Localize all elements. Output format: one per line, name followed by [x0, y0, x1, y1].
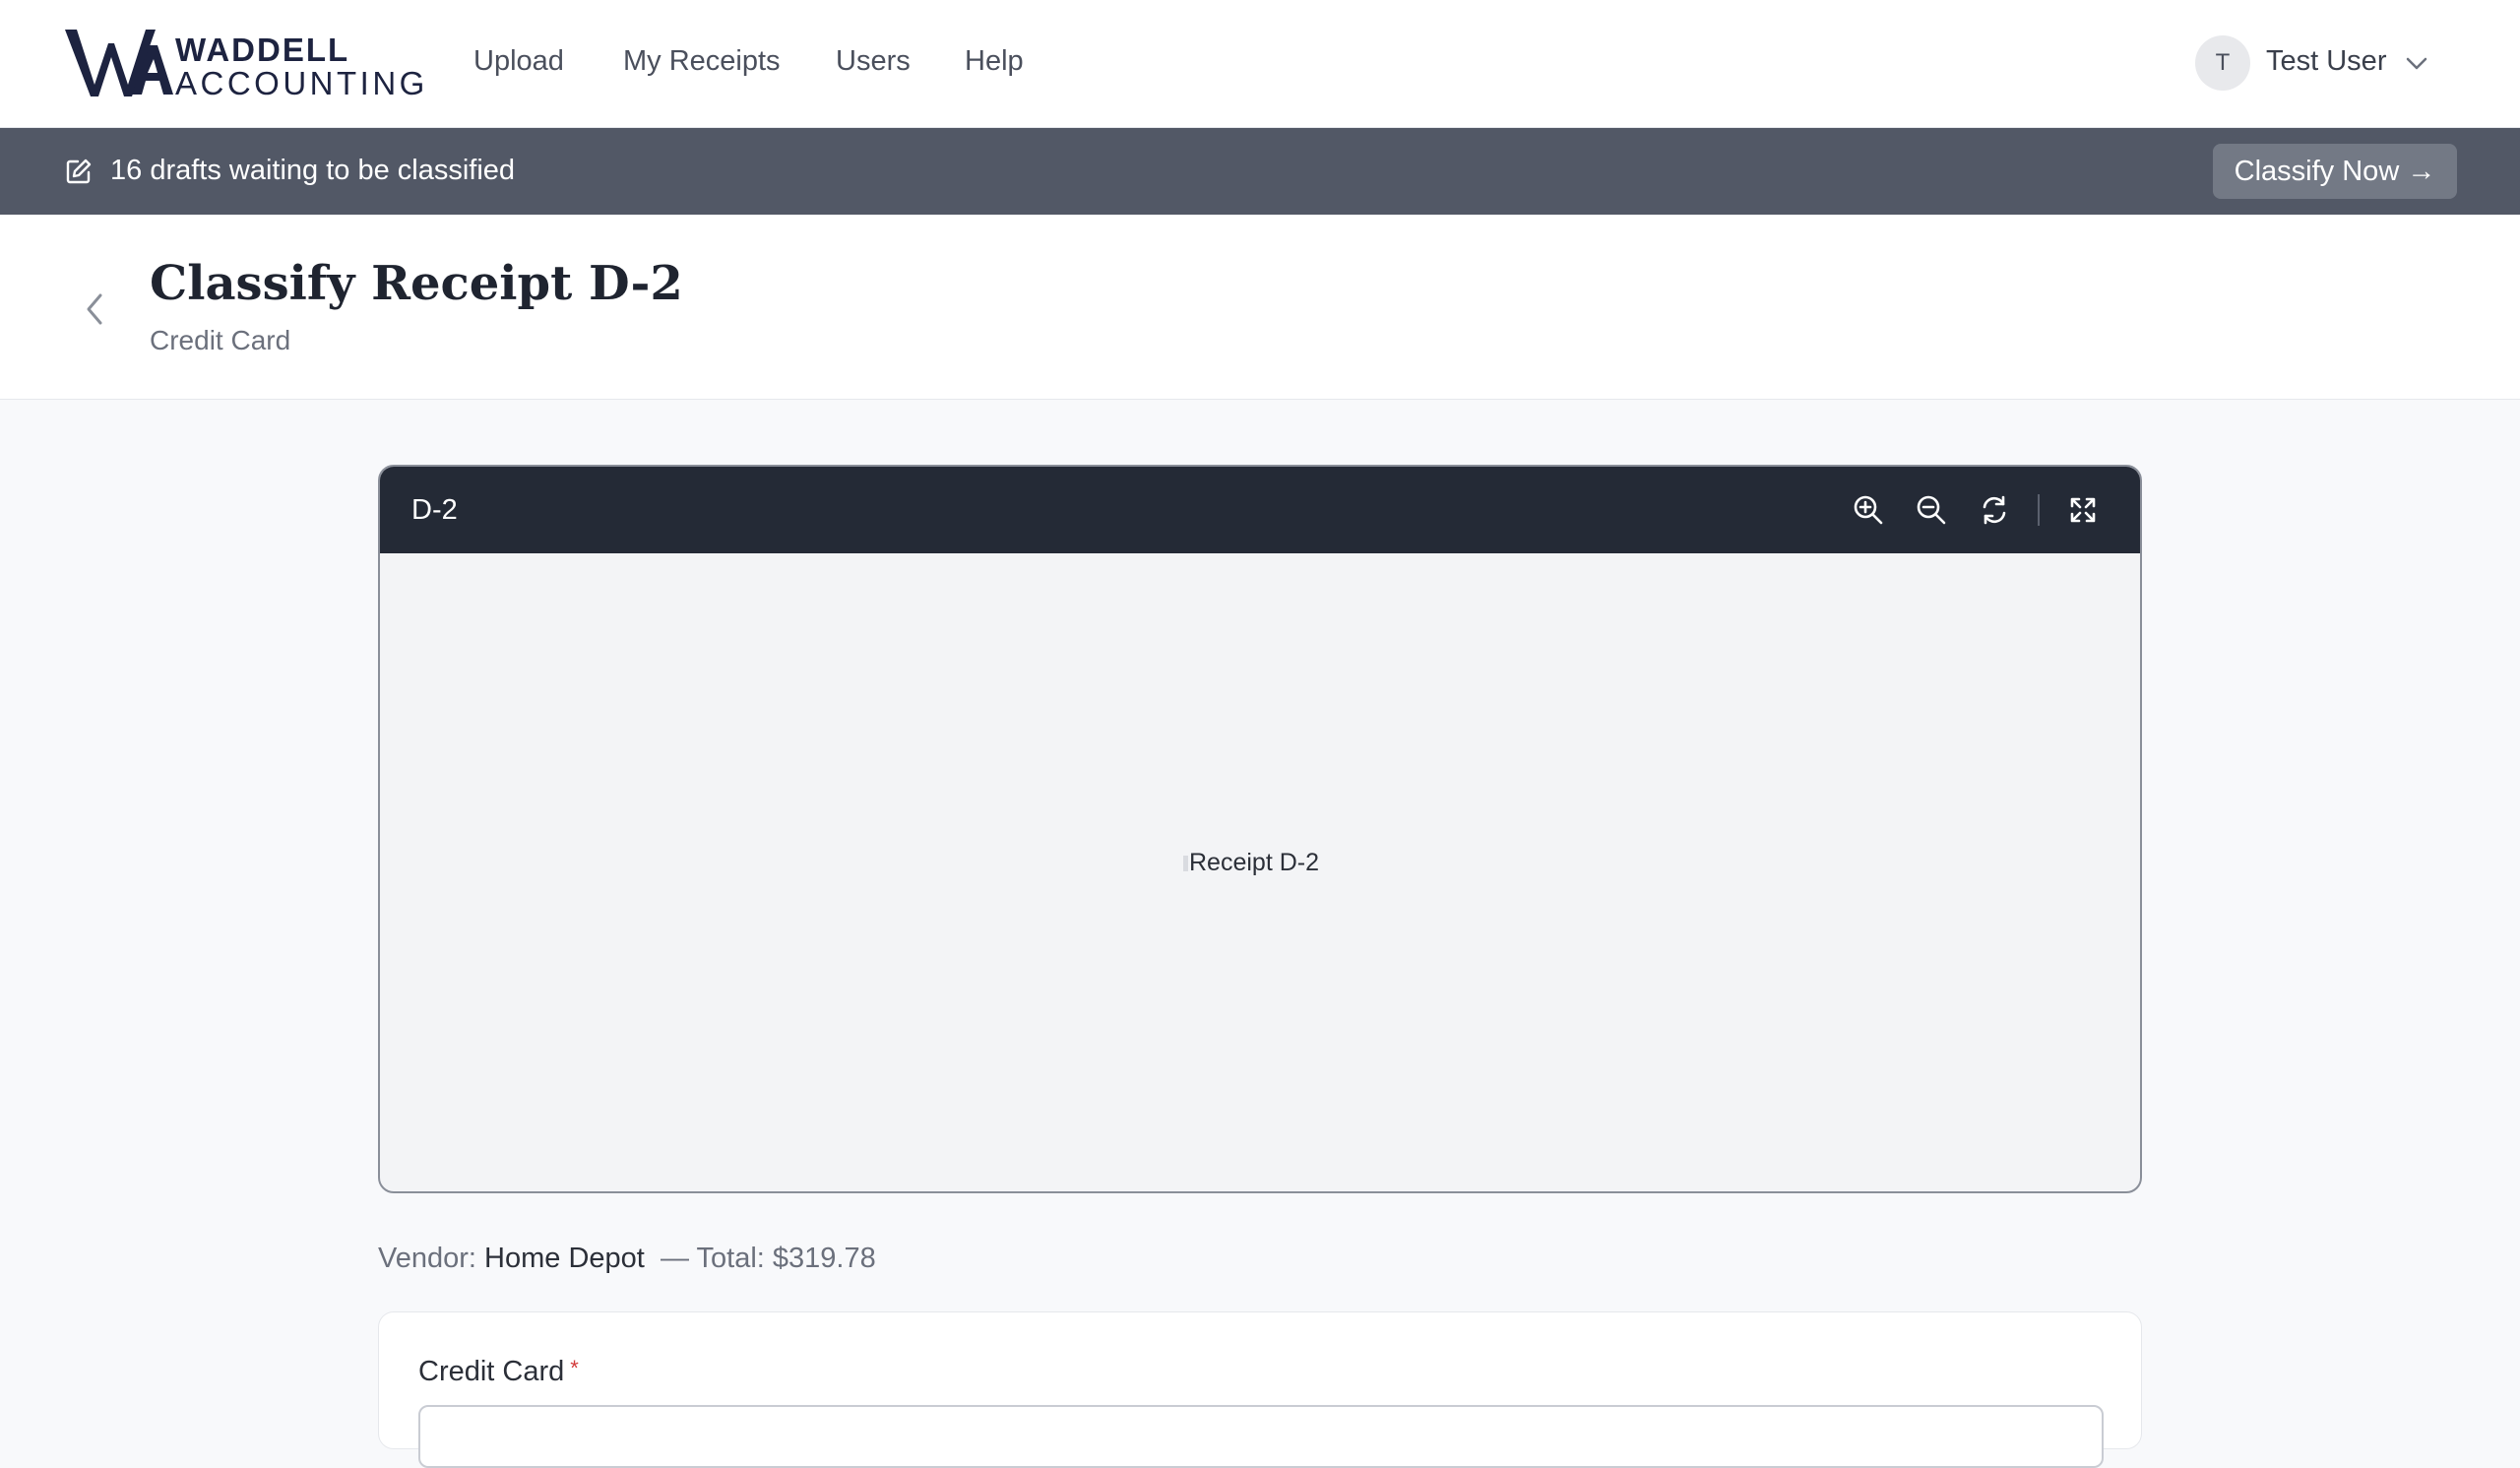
user-name: Test User — [2266, 45, 2387, 77]
edit-icon — [66, 159, 92, 184]
receipt-image-area[interactable]: Receipt D-2 — [380, 553, 2140, 1191]
rotate-icon[interactable] — [1975, 490, 2014, 530]
classification-form: Credit Card * — [378, 1311, 2142, 1468]
nav-my-receipts[interactable]: My Receipts — [623, 45, 781, 78]
receipt-image: Receipt D-2 — [1183, 849, 1319, 877]
receipt-details: Vendor: Home Depot — Total: $319.78 — [378, 1243, 876, 1275]
receipt-image-alt: Receipt D-2 — [1189, 849, 1319, 876]
page-header: Classify Receipt D-2 Credit Card — [0, 215, 2520, 400]
credit-card-label: Credit Card * — [418, 1356, 579, 1388]
nav-help[interactable]: Help — [965, 45, 1024, 78]
toolbar-divider — [2038, 494, 2040, 526]
waddell-accounting-logo[interactable]: WADDELL ACCOUNTING — [63, 26, 424, 101]
logo-text-waddell: WADDELL — [175, 32, 350, 68]
viewer-toolbar: D-2 — [380, 467, 2140, 553]
back-chevron-icon[interactable] — [79, 289, 110, 329]
logo-text-accounting: ACCOUNTING — [175, 65, 428, 101]
credit-card-label-text: Credit Card — [418, 1356, 565, 1387]
credit-card-select[interactable] — [418, 1405, 2104, 1468]
top-navbar: WADDELL ACCOUNTING Upload My Receipts Us… — [0, 0, 2520, 128]
page-subtitle: Credit Card — [150, 325, 291, 355]
total-text: — Total: $319.78 — [660, 1243, 876, 1274]
page-title: Classify Receipt D-2 — [150, 256, 683, 311]
nav-users[interactable]: Users — [836, 45, 911, 78]
chevron-down-icon — [2406, 57, 2427, 70]
vendor-value: Home Depot — [484, 1243, 645, 1274]
classify-now-button[interactable]: Classify Now → — [2213, 144, 2457, 199]
drafts-banner: 16 drafts waiting to be classified Class… — [0, 128, 2520, 215]
fullscreen-icon[interactable] — [2063, 490, 2103, 530]
viewer-file-name: D-2 — [411, 494, 458, 526]
wa-monogram-icon — [65, 30, 173, 96]
nav-upload[interactable]: Upload — [473, 45, 564, 78]
drafts-message: 16 drafts waiting to be classified — [110, 155, 516, 186]
receipt-viewer: D-2 Receipt D-2 — [378, 465, 2142, 1193]
zoom-in-icon[interactable] — [1849, 490, 1888, 530]
avatar: T — [2195, 35, 2250, 91]
vendor-label: Vendor: — [378, 1243, 476, 1274]
required-mark: * — [570, 1356, 579, 1380]
user-menu[interactable]: T Test User — [2195, 35, 2431, 91]
zoom-out-icon[interactable] — [1912, 490, 1951, 530]
